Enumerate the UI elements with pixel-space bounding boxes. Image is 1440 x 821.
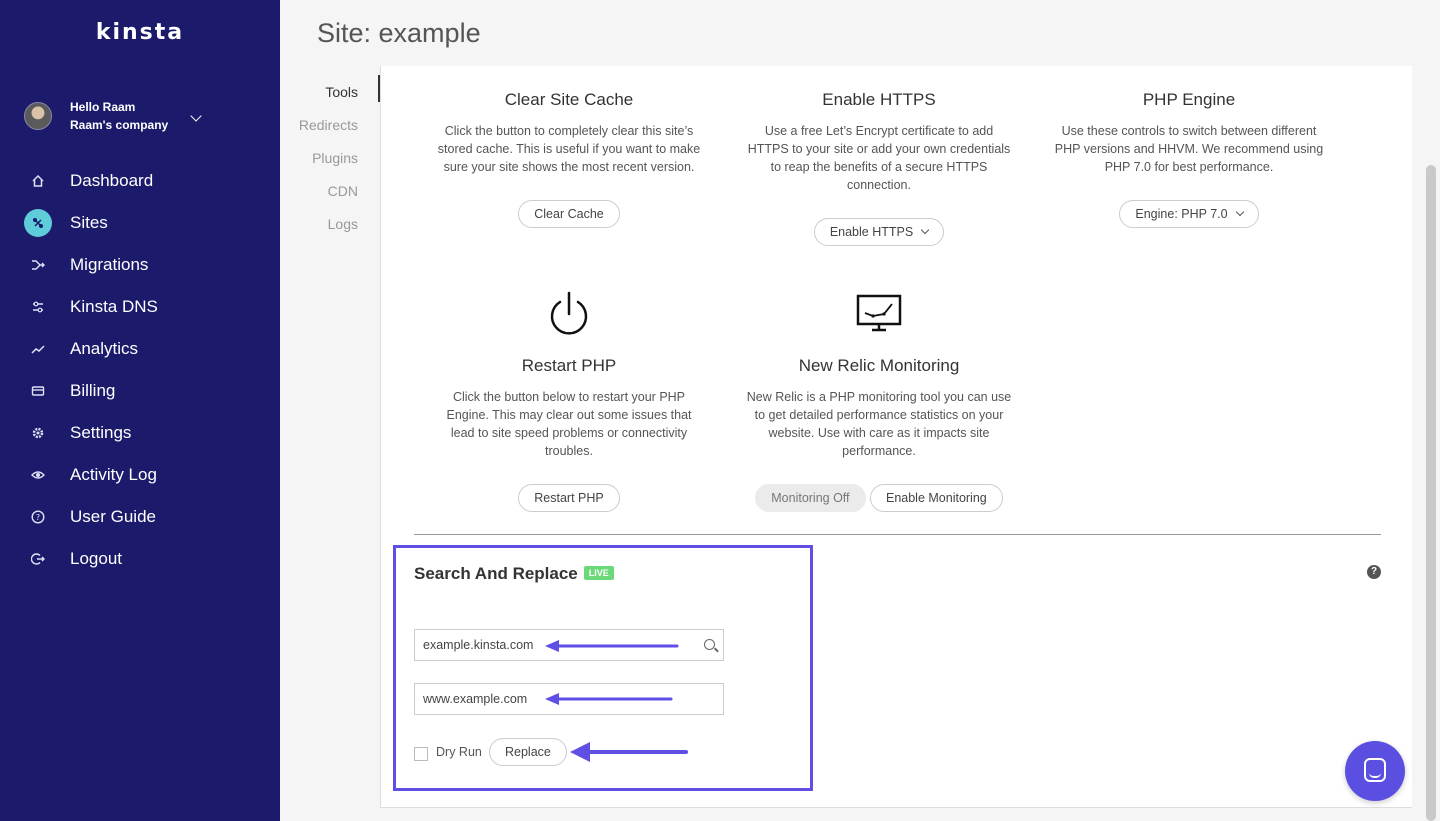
nav-item-analytics[interactable]: Analytics: [0, 328, 280, 370]
nav-item-logout[interactable]: Logout: [0, 538, 280, 580]
main-nav: Dashboard Sites Migrations Kinsta DNS An…: [0, 160, 280, 580]
nav-label: Billing: [70, 381, 116, 400]
nav-label: Dashboard: [70, 171, 154, 190]
power-icon: [414, 290, 724, 340]
search-replace-title: Search And Replace: [414, 564, 578, 583]
replace-button[interactable]: Replace: [489, 738, 567, 766]
tools-panel: Clear Site Cache Click the button to com…: [380, 66, 1412, 808]
chevron-down-icon: [920, 225, 930, 235]
monitor-chart-icon: [724, 290, 1034, 340]
php-engine-card: PHP Engine Use these controls to switch …: [1034, 90, 1344, 228]
php-engine-dropdown[interactable]: Engine: PHP 7.0: [1119, 200, 1259, 228]
user-company: Raam's company: [70, 118, 169, 132]
page-title: Site: example: [317, 18, 481, 48]
nav-item-settings[interactable]: Settings: [0, 412, 280, 454]
enable-monitoring-button[interactable]: Enable Monitoring: [869, 484, 1003, 512]
billing-icon: [24, 377, 52, 405]
home-icon: [24, 167, 52, 195]
avatar: [24, 102, 52, 130]
subnav-item-tools[interactable]: Tools: [290, 82, 358, 115]
nav-label: Analytics: [70, 339, 139, 358]
migrations-icon: [24, 251, 52, 279]
clear-cache-button[interactable]: Clear Cache: [518, 200, 620, 228]
annotation-arrow-icon: [545, 640, 679, 652]
sidebar: kinsta Hello Raam Raam's company Dashboa…: [0, 0, 280, 821]
new-relic-description: New Relic is a PHP monitoring tool you c…: [746, 390, 1012, 458]
clear-cache-description: Click the button to completely clear thi…: [437, 124, 701, 174]
nav-label: Migrations: [70, 255, 149, 274]
enable-https-card: Enable HTTPS Use a free Let’s Encrypt ce…: [724, 90, 1034, 246]
help-icon: ?: [24, 503, 52, 531]
nav-item-billing[interactable]: Billing: [0, 370, 280, 412]
annotation-arrow-icon: [545, 693, 673, 705]
nav-label: Settings: [70, 423, 132, 442]
eye-icon: [24, 461, 52, 489]
nav-item-dashboard[interactable]: Dashboard: [0, 160, 280, 202]
subnav-item-plugins[interactable]: Plugins: [290, 148, 358, 181]
nav-label: Activity Log: [70, 465, 157, 484]
annotation-arrow-icon: [570, 742, 688, 762]
subnav-item-logs[interactable]: Logs: [290, 214, 358, 247]
new-relic-title: New Relic Monitoring: [798, 356, 960, 375]
nav-item-activity-log[interactable]: Activity Log: [0, 454, 280, 496]
nav-item-sites[interactable]: Sites: [0, 202, 280, 244]
chevron-down-icon[interactable]: [190, 110, 202, 122]
nav-item-migrations[interactable]: Migrations: [0, 244, 280, 286]
dry-run-checkbox[interactable]: [414, 747, 428, 761]
help-icon[interactable]: ?: [1367, 565, 1381, 579]
php-engine-description: Use these controls to switch between dif…: [1054, 124, 1324, 174]
enable-https-label: Enable HTTPS: [829, 225, 914, 239]
php-engine-label: Engine: PHP 7.0: [1135, 207, 1228, 221]
new-relic-card: New Relic Monitoring New Relic is a PHP …: [724, 290, 1034, 512]
subnav-item-redirects[interactable]: Redirects: [290, 115, 358, 148]
user-greeting: Hello Raam: [70, 100, 136, 114]
nav-label: Logout: [70, 549, 122, 568]
nav-item-user-guide[interactable]: ? User Guide: [0, 496, 280, 538]
restart-php-title: Restart PHP: [521, 356, 617, 375]
php-engine-title: PHP Engine: [1142, 90, 1236, 109]
clear-cache-card: Clear Site Cache Click the button to com…: [414, 90, 724, 228]
enable-https-title: Enable HTTPS: [822, 90, 936, 109]
search-replace-heading: Search And Replace LIVE: [414, 564, 614, 584]
chevron-down-icon: [1235, 207, 1244, 217]
section-divider: [414, 534, 1381, 535]
search-icon[interactable]: [704, 639, 715, 650]
restart-php-description: Click the button below to restart your P…: [446, 390, 692, 458]
sites-icon: [24, 209, 52, 237]
monitoring-off-button[interactable]: Monitoring Off: [755, 484, 866, 512]
nav-label: Kinsta DNS: [70, 297, 158, 316]
chat-icon: [1364, 758, 1386, 782]
kinsta-logo[interactable]: kinsta: [0, 20, 280, 45]
restart-php-button[interactable]: Restart PHP: [518, 484, 620, 512]
site-subnav: Tools Redirects Plugins CDN Logs: [290, 82, 358, 247]
nav-label: User Guide: [70, 507, 156, 526]
user-menu[interactable]: Hello Raam Raam's company: [24, 98, 202, 134]
nav-label: Sites: [70, 213, 108, 232]
dns-icon: [24, 293, 52, 321]
svg-text:?: ?: [36, 513, 40, 522]
nav-item-kinsta-dns[interactable]: Kinsta DNS: [0, 286, 280, 328]
enable-https-description: Use a free Let’s Encrypt certificate to …: [747, 124, 1011, 192]
live-badge: LIVE: [583, 566, 614, 580]
dry-run-label: Dry Run: [436, 745, 482, 759]
chat-launcher-button[interactable]: [1345, 741, 1405, 801]
scrollbar[interactable]: [1426, 165, 1436, 821]
logout-icon: [24, 545, 52, 573]
analytics-icon: [24, 335, 52, 363]
subnav-item-cdn[interactable]: CDN: [290, 181, 358, 214]
clear-cache-title: Clear Site Cache: [504, 90, 634, 109]
restart-php-card: Restart PHP Click the button below to re…: [414, 290, 724, 512]
gear-icon: [24, 419, 52, 447]
enable-https-dropdown[interactable]: Enable HTTPS: [813, 218, 945, 246]
